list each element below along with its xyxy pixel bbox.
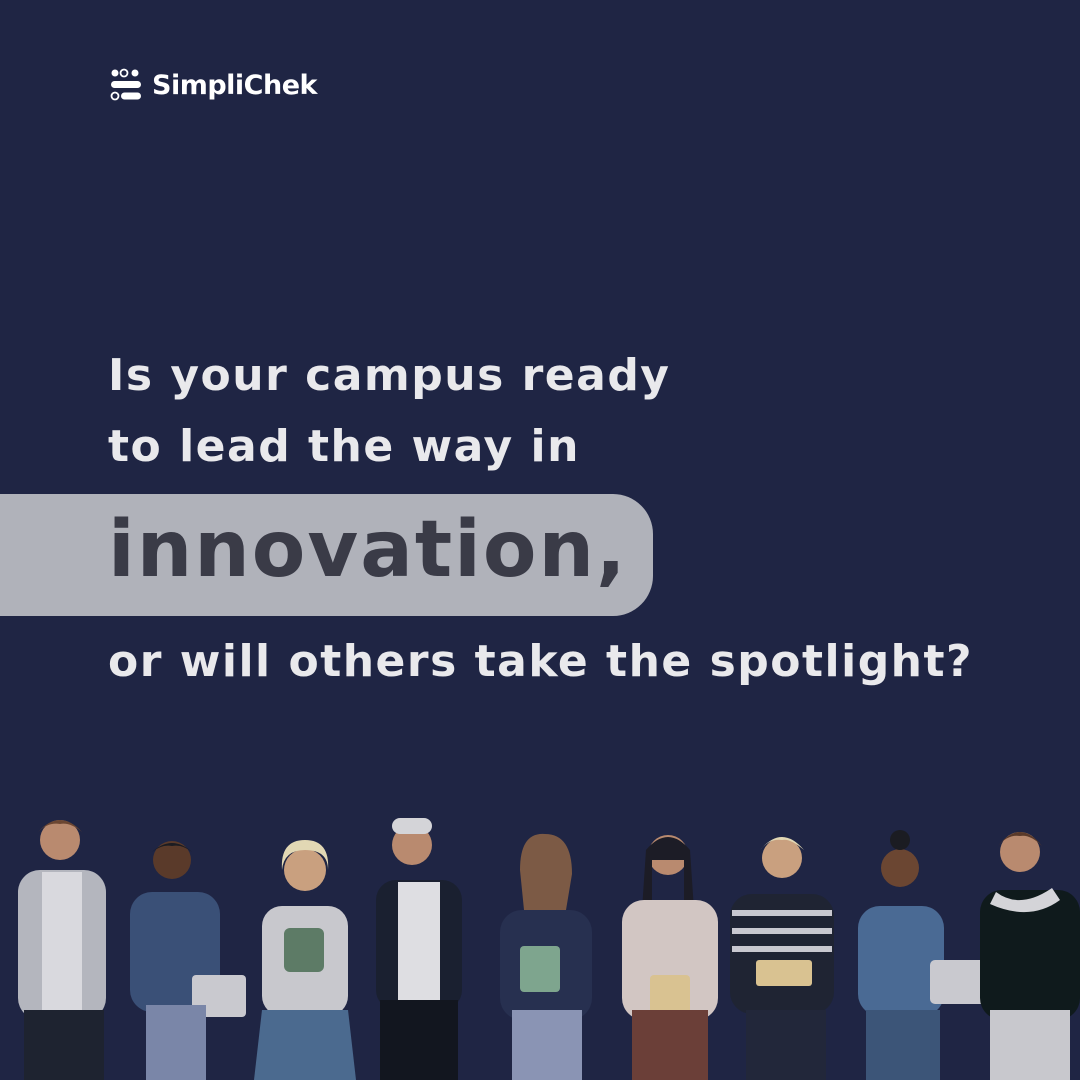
- student-figure: [622, 835, 718, 1080]
- headline-line-3: or will others take the spotlight?: [108, 636, 974, 687]
- students-group-illustration: [18, 818, 1080, 1080]
- student-figure: [500, 833, 592, 1080]
- student-figure: [980, 832, 1080, 1080]
- simplichek-logo-icon: [110, 68, 141, 101]
- highlight-word: innovation,: [108, 505, 628, 595]
- headline-line-1: Is your campus ready: [108, 350, 671, 401]
- brand-logo: SimpliChek: [110, 68, 317, 102]
- student-figure: [254, 840, 356, 1080]
- brand-name: SimpliChek: [152, 69, 317, 101]
- student-figure: [730, 837, 834, 1080]
- student-figure: [376, 818, 462, 1080]
- student-figure: [130, 841, 246, 1080]
- headline-line-2: to lead the way in: [108, 421, 580, 472]
- student-figure: [18, 820, 106, 1080]
